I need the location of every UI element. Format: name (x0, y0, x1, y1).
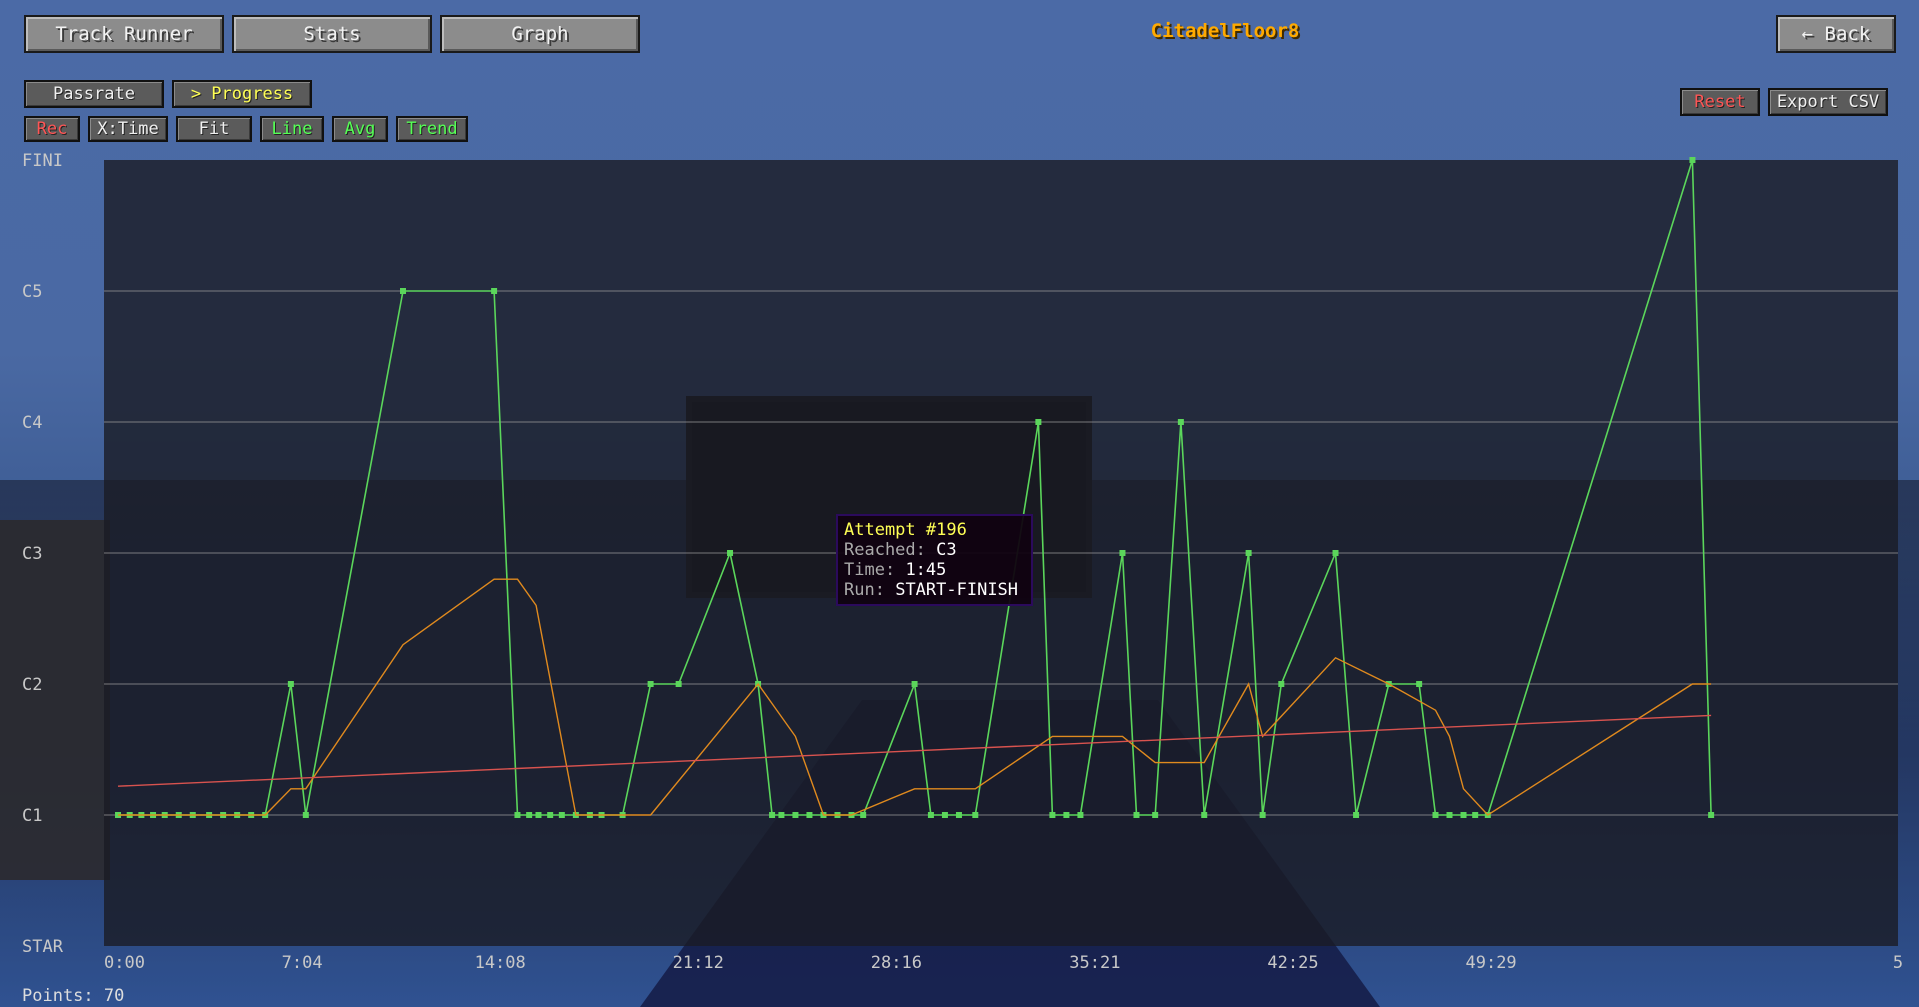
line-point-57 (1416, 681, 1423, 687)
y-tick-star: STAR (22, 937, 64, 957)
line-point-55 (1353, 812, 1360, 818)
line-point-49 (1177, 419, 1184, 425)
line-point-14 (400, 288, 406, 294)
tooltip-time-label: Time: (844, 560, 896, 580)
tooltip-time-value: 1:45 (905, 560, 947, 580)
series-line (118, 159, 1712, 816)
line-point-52 (1259, 812, 1266, 818)
line-point-50 (1201, 812, 1208, 818)
line-point-51 (1245, 550, 1252, 556)
line-point-37 (911, 681, 918, 687)
line-point-47 (1133, 812, 1140, 818)
line-point-60 (1460, 812, 1467, 818)
tooltip-run-label: Run: (844, 580, 885, 600)
line-point-20 (558, 812, 565, 818)
line-point-59 (1446, 812, 1453, 818)
y-tick-c3: C3 (22, 544, 42, 564)
x-tick-0: 0:00 (104, 953, 145, 973)
line-point-46 (1119, 550, 1126, 556)
tooltip-time: Time: 1:45 (844, 560, 1025, 580)
tooltip-title: Attempt #196 (844, 520, 967, 540)
line-point-27 (727, 550, 734, 556)
line-point-13 (302, 812, 309, 818)
y-tick-c1: C1 (22, 806, 42, 826)
tooltip-run-value: START-FINISH (895, 580, 1019, 600)
line-point-26 (675, 681, 682, 687)
line-point-41 (972, 812, 979, 818)
line-point-64 (1708, 812, 1715, 818)
line-point-25 (647, 681, 654, 687)
x-tick-1: 7:04 (282, 953, 323, 973)
line-point-40 (955, 812, 962, 818)
line-point-58 (1432, 812, 1439, 818)
x-tick-5: 35:21 (1069, 953, 1120, 973)
line-point-45 (1077, 812, 1084, 818)
line-point-36 (860, 812, 867, 818)
tooltip-run: Run: START-FINISH (844, 580, 1025, 600)
y-tick-c4: C4 (22, 413, 42, 433)
x-tick-4: 28:16 (871, 953, 922, 973)
line-point-39 (941, 812, 948, 818)
attempt-tooltip: Attempt #196 Reached: C3 Time: 1:45 Run:… (836, 514, 1033, 606)
line-point-30 (778, 812, 785, 818)
y-tick-fini: FINI (22, 151, 63, 171)
line-point-31 (792, 812, 799, 818)
line-point-38 (927, 812, 934, 818)
line-point-42 (1035, 419, 1042, 425)
x-tick-3: 21:12 (673, 953, 724, 973)
points-value: 70 (103, 986, 125, 1006)
line-point-16 (514, 812, 521, 818)
line-point-17 (526, 812, 533, 818)
points-count: Points: 70 (22, 986, 124, 1006)
line-point-48 (1152, 812, 1159, 818)
progress-chart: STAR C1 C2 C3 C4 C5 FINI 0:00 7:04 14:08 21:12 28:… (22, 151, 1903, 973)
y-tick-c5: C5 (22, 282, 42, 302)
line-point-18 (535, 812, 542, 818)
x-tick-8: 5 (1893, 953, 1903, 973)
x-tick-6: 42:25 (1267, 953, 1318, 973)
line-point-61 (1472, 812, 1479, 818)
line-point-43 (1049, 812, 1056, 818)
x-tick-7: 49:29 (1465, 953, 1516, 973)
tooltip-reached-value: C3 (936, 540, 957, 560)
line-point-54 (1332, 550, 1339, 556)
tooltip-reached-label: Reached: (844, 540, 926, 560)
line-point-29 (769, 812, 776, 818)
line-point-12 (287, 681, 294, 687)
line-point-44 (1063, 812, 1070, 818)
line-point-19 (547, 812, 554, 818)
line-point-53 (1278, 681, 1285, 687)
points-label: Points: (22, 986, 94, 1006)
line-point-32 (806, 812, 813, 818)
tooltip-reached: Reached: C3 (844, 540, 1025, 560)
line-point-63 (1689, 157, 1696, 163)
series-trend (117, 714, 1712, 787)
x-tick-2: 14:08 (475, 953, 526, 973)
y-tick-c2: C2 (22, 675, 42, 695)
series-avg (118, 578, 1712, 816)
line-point-15 (491, 288, 498, 294)
